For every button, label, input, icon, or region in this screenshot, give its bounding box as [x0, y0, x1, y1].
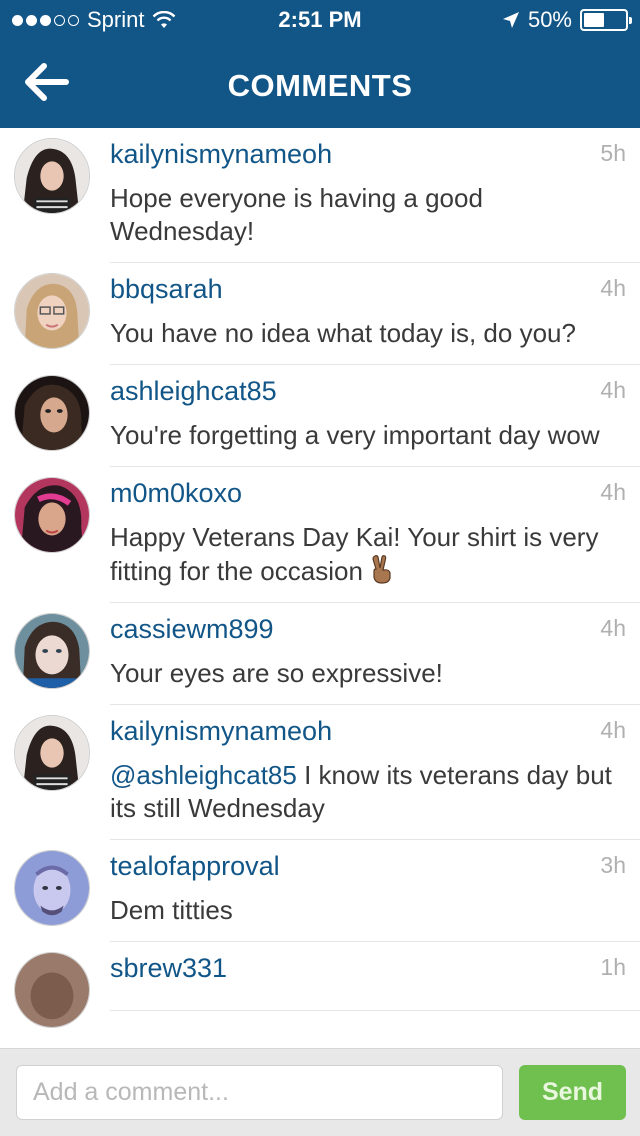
location-arrow-icon	[502, 12, 519, 28]
comment-text: You're forgetting a very important day w…	[110, 420, 600, 450]
comment-username[interactable]: sbrew331	[110, 950, 227, 986]
battery-level	[584, 13, 604, 27]
status-bar: Sprint 2:51 PM 50%	[0, 0, 640, 40]
avatar[interactable]	[14, 715, 90, 791]
avatar[interactable]	[14, 850, 90, 926]
app-header: Sprint 2:51 PM 50% COMMENTS	[0, 0, 640, 128]
comment-time: 4h	[600, 479, 626, 505]
comment-time: 4h	[600, 377, 626, 403]
comment-item: ashleighcat85 4h You're forgetting a ver…	[14, 365, 640, 467]
comment-composer: Send	[0, 1048, 640, 1136]
comment-item: bbqsarah 4h You have no idea what today …	[14, 263, 640, 365]
avatar[interactable]	[14, 952, 90, 1028]
comment-username[interactable]: cassiewm899	[110, 611, 274, 647]
comment-time: 5h	[600, 140, 626, 166]
comment-time: 3h	[600, 852, 626, 878]
comment-time: 4h	[600, 275, 626, 301]
comment-item: kailynismynameoh 4h @ashleighcat85 I kno…	[14, 705, 640, 840]
comment-time: 4h	[600, 717, 626, 743]
comment-input[interactable]	[16, 1065, 503, 1120]
comment-text: Your eyes are so expressive!	[110, 658, 443, 688]
comment-text-body: Happy Veterans Day Kai! Your shirt is ve…	[110, 522, 599, 586]
avatar[interactable]	[14, 613, 90, 689]
comment-username[interactable]: kailynismynameoh	[110, 136, 332, 172]
page-title: COMMENTS	[227, 68, 413, 103]
comment-time: 1h	[600, 954, 626, 980]
comment-username[interactable]: bbqsarah	[110, 271, 223, 307]
avatar[interactable]	[14, 138, 90, 214]
comment-time: 4h	[600, 615, 626, 641]
comment-username[interactable]: kailynismynameoh	[110, 713, 332, 749]
comment-item: m0m0koxo 4h Happy Veterans Day Kai! Your…	[14, 467, 640, 603]
mention-link[interactable]: @ashleighcat85	[110, 760, 297, 790]
comment-item: sbrew331 1h	[14, 942, 640, 1028]
comment-item: kailynismynameoh 5h Hope everyone is hav…	[14, 128, 640, 263]
comment-text: You have no idea what today is, do you?	[110, 318, 576, 348]
comments-list[interactable]: kailynismynameoh 5h Hope everyone is hav…	[0, 128, 640, 1048]
battery-icon	[580, 9, 632, 31]
send-button[interactable]: Send	[519, 1065, 626, 1120]
battery-percent: 50%	[527, 7, 572, 32]
comment-text: Hope everyone is having a good Wednesday…	[110, 183, 483, 246]
comment-item: cassiewm899 4h Your eyes are so expressi…	[14, 603, 640, 705]
victory-hand-emoji-icon	[372, 555, 391, 584]
comment-username[interactable]: tealofapproval	[110, 848, 280, 884]
avatar[interactable]	[14, 273, 90, 349]
comment-username[interactable]: m0m0koxo	[110, 475, 242, 511]
comment-text: @ashleighcat85 I know its veterans day b…	[110, 759, 640, 825]
avatar[interactable]	[14, 477, 90, 553]
comment-item: tealofapproval 3h Dem titties	[14, 840, 640, 942]
comment-text: Dem titties	[110, 895, 233, 925]
comment-text: Happy Veterans Day Kai! Your shirt is ve…	[110, 521, 640, 588]
status-right: 50%	[502, 7, 632, 33]
avatar[interactable]	[14, 375, 90, 451]
comment-username[interactable]: ashleighcat85	[110, 373, 277, 409]
